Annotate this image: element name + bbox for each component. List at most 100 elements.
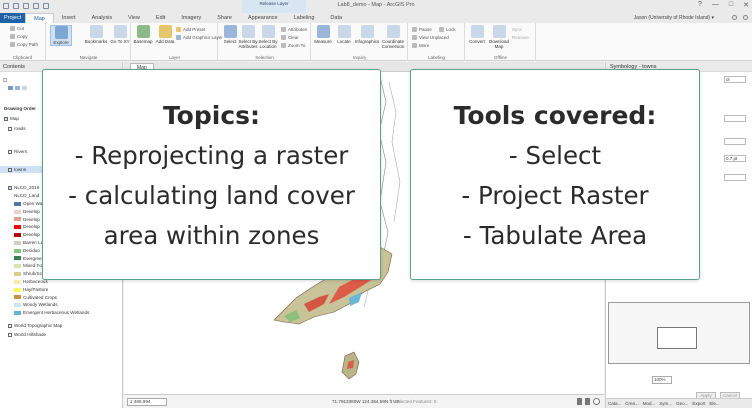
minimize-button[interactable]: — bbox=[712, 1, 719, 9]
preview-symbol bbox=[657, 327, 697, 349]
legend-label: Deciduo bbox=[23, 247, 40, 253]
coordinate-conversion-button[interactable]: Coordinate Conversion bbox=[380, 25, 406, 49]
legend-label: Woody Wetlands bbox=[23, 302, 58, 308]
legend-label: Develop bbox=[23, 216, 40, 222]
tab-export[interactable]: Export bbox=[690, 399, 707, 408]
locate-button[interactable]: Locate bbox=[333, 25, 355, 44]
add-preset-button[interactable]: Add Preset bbox=[176, 27, 205, 32]
topic-item: - calculating land cover bbox=[68, 181, 355, 210]
convert-button[interactable]: Convert bbox=[466, 25, 488, 44]
tab-create[interactable]: Crea... bbox=[623, 399, 641, 408]
pause-icon bbox=[585, 398, 590, 405]
ribbon: Cut Copy Copy Path Clipboard Explore Boo… bbox=[0, 23, 752, 61]
pause-labels-button[interactable]: Pause bbox=[412, 27, 432, 32]
topics-card: Topics: - Reprojecting a raster - calcul… bbox=[42, 69, 381, 280]
legend-item: Woody Wetlands bbox=[0, 301, 123, 308]
select-by-location-button[interactable]: Select By Location bbox=[257, 25, 279, 49]
layer-group: Basemap Add Data Add Preset Add Graphics… bbox=[132, 23, 223, 61]
tab-modify[interactable]: Mod... bbox=[641, 399, 658, 408]
selection-group: Select Select By Attributes Select By Lo… bbox=[219, 23, 311, 61]
layer-world-topo[interactable]: World Topographic Map bbox=[0, 322, 123, 329]
select-by-attributes-button[interactable]: Select By Attributes bbox=[237, 25, 259, 49]
zoom-to-selection-button[interactable]: Zoom To bbox=[281, 43, 305, 48]
infographics-icon bbox=[360, 25, 374, 38]
copy-button[interactable]: Copy bbox=[10, 34, 28, 39]
tab-geoprocessing[interactable]: Geo... bbox=[674, 399, 690, 408]
tool-item: - Select bbox=[508, 141, 602, 170]
add-data-button[interactable]: Add Data bbox=[154, 25, 176, 44]
attributes-button[interactable]: Attributes bbox=[281, 27, 307, 32]
add-graphics-layer-button[interactable]: Add Graphics Layer bbox=[176, 35, 223, 40]
town-boundary bbox=[388, 81, 401, 223]
tab-labeling[interactable]: Labeling bbox=[286, 13, 323, 23]
tab-insert[interactable]: Insert bbox=[54, 13, 84, 23]
select-icon bbox=[223, 25, 237, 38]
symbology-field-4[interactable] bbox=[724, 174, 746, 181]
legend-item: Emergent Herbaceous Wetlands bbox=[0, 309, 123, 316]
tab-imagery[interactable]: Imagery bbox=[173, 13, 209, 23]
pause-icon bbox=[577, 398, 582, 405]
lock-labels-button[interactable]: Lock bbox=[439, 27, 456, 32]
window-controls[interactable]: ? — □ ✕ bbox=[698, 1, 749, 9]
outline-width-field[interactable]: 0.7 pt bbox=[724, 155, 746, 162]
explore-icon bbox=[54, 26, 68, 39]
measure-button[interactable]: Measure bbox=[312, 25, 334, 44]
scale-selector[interactable]: 1:488,994 bbox=[127, 398, 167, 406]
legend-swatch bbox=[14, 209, 21, 214]
bookmarks-button[interactable]: Bookmarks bbox=[83, 25, 109, 44]
more-labeling-button[interactable]: More bbox=[412, 43, 429, 48]
tab-data[interactable]: Data bbox=[322, 13, 350, 23]
tab-symbology[interactable]: Sym... bbox=[657, 399, 674, 408]
legend-swatch bbox=[14, 201, 21, 206]
maximize-button[interactable]: □ bbox=[729, 1, 733, 9]
tab-edit[interactable]: Edit bbox=[148, 13, 173, 23]
legend-swatch bbox=[14, 287, 21, 292]
explore-button[interactable]: Explore bbox=[50, 25, 72, 46]
ruler-icon bbox=[316, 25, 330, 38]
tab-elevation[interactable]: Ele... bbox=[707, 399, 721, 408]
remove-button[interactable]: Remove bbox=[512, 35, 529, 40]
legend-item: Hay/Pasture bbox=[0, 286, 123, 293]
sync-button[interactable]: Sync bbox=[512, 27, 522, 32]
offline-group: Convert Download Map Sync Remove Offline bbox=[466, 23, 536, 61]
infographics-button[interactable]: Infographics bbox=[354, 25, 380, 44]
download-map-button[interactable]: Download Map bbox=[488, 25, 510, 49]
basemap-button[interactable]: Basemap bbox=[132, 25, 154, 44]
go-to-xy-button[interactable]: Go To XY bbox=[109, 25, 131, 44]
symbology-field-1[interactable] bbox=[724, 115, 746, 122]
preview-zoom[interactable]: 100% bbox=[652, 376, 672, 384]
symbol-preview bbox=[608, 302, 750, 364]
legend-item: Cultivated Crops bbox=[0, 294, 123, 301]
copy-path-button[interactable]: Copy Path bbox=[10, 42, 38, 47]
cut-button[interactable]: Cut bbox=[10, 26, 24, 31]
tools-card: Tools covered: - Select - Project Raster… bbox=[410, 69, 700, 280]
tab-map[interactable]: Map bbox=[25, 13, 54, 23]
legend-swatch bbox=[14, 310, 21, 315]
legend-swatch bbox=[14, 240, 21, 245]
tab-appearance[interactable]: Appearance bbox=[240, 13, 286, 23]
clear-selection-button[interactable]: Clear bbox=[281, 35, 299, 40]
tab-view[interactable]: View bbox=[120, 13, 148, 23]
legend-swatch bbox=[14, 256, 21, 261]
playback-controls[interactable] bbox=[577, 398, 600, 405]
view-unplaced-button[interactable]: View Unplaced bbox=[412, 35, 449, 40]
help-icon[interactable]: ? bbox=[698, 1, 702, 9]
tab-project[interactable]: Project bbox=[0, 13, 26, 23]
tab-bar-icons[interactable] bbox=[732, 15, 748, 20]
tab-analysis[interactable]: Analysis bbox=[84, 13, 120, 23]
symbology-field-0[interactable]: ol bbox=[724, 76, 746, 83]
symbology-field-2[interactable] bbox=[724, 138, 746, 145]
topics-heading: Topics: bbox=[162, 101, 261, 130]
legend-swatch bbox=[14, 232, 21, 237]
user-account[interactable]: Jason (University of Rhode Island) ▾ bbox=[634, 15, 714, 21]
locate-icon bbox=[337, 25, 351, 38]
tool-item: - Tabulate Area bbox=[462, 221, 648, 250]
layer-world-hillshade[interactable]: World Hillshade bbox=[0, 331, 123, 338]
map-status-bar: 1:488,994 71.7913380W 124.364.59N ft US … bbox=[124, 394, 604, 408]
bookmark-icon bbox=[89, 25, 103, 38]
tab-catalog[interactable]: Cata... bbox=[606, 399, 623, 408]
tab-share[interactable]: Share bbox=[209, 13, 240, 23]
legend-label: Evergree bbox=[23, 255, 42, 261]
settings-icon bbox=[743, 15, 748, 20]
close-button[interactable]: ✕ bbox=[743, 1, 749, 9]
